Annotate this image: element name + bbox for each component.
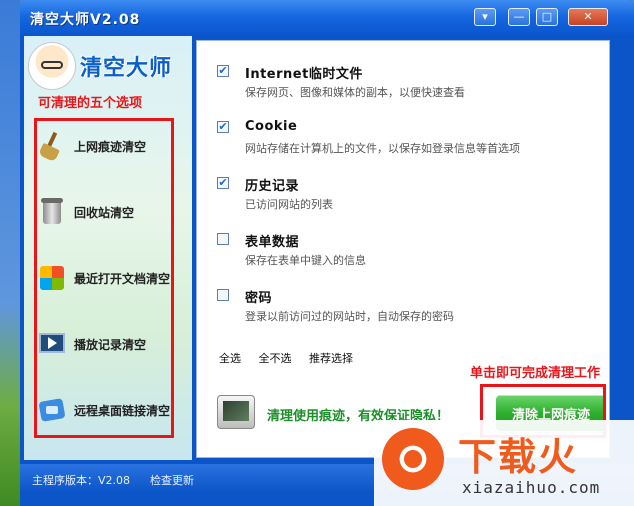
select-recommended-link[interactable]: 推荐选择 (309, 352, 353, 365)
watermark: 下载火 xiazaihuo.com (374, 420, 634, 506)
logo: 清空大师 (24, 36, 192, 92)
sidebar-item-remote-desktop[interactable]: 远程桌面链接清空 (38, 392, 188, 428)
click-caption: 单击即可完成清理工作 (470, 366, 601, 381)
options-caption: 可清理的五个选项 (38, 96, 143, 111)
checkbox-unchecked[interactable] (217, 233, 229, 245)
sidebar-item-play-history[interactable]: 播放记录清空 (38, 326, 188, 362)
mascot-icon (28, 42, 76, 90)
menu-button[interactable]: ▾ (474, 8, 496, 26)
maximize-button[interactable]: □ (536, 8, 558, 26)
broom-icon (38, 132, 66, 160)
option-description: 登录以前访问过的网站时，自动保存的密码 (245, 310, 454, 323)
select-all-link[interactable]: 全选 (219, 352, 241, 365)
flame-logo-icon (382, 428, 444, 490)
title-bar[interactable]: 清空大师V2.08 ▾ — □ ✕ (20, 0, 634, 36)
selection-links: 全选 全不选 推荐选择 (219, 350, 367, 366)
recycle-bin-icon (38, 198, 66, 226)
sidebar-item-label: 回收站清空 (74, 205, 135, 220)
sidebar-item-recycle-bin[interactable]: 回收站清空 (38, 194, 188, 230)
close-button[interactable]: ✕ (568, 8, 608, 26)
select-none-link[interactable]: 全不选 (259, 352, 292, 365)
media-player-icon (38, 330, 66, 358)
option-title: Internet临时文件 (245, 67, 363, 82)
desktop-background (0, 0, 20, 506)
option-title: 密码 (245, 291, 273, 306)
remote-desktop-icon (38, 396, 66, 424)
logo-text: 清空大师 (80, 56, 173, 81)
checkbox-unchecked[interactable] (217, 289, 229, 301)
sidebar-item-browsing-traces[interactable]: 上网痕迹清空 (38, 128, 188, 164)
sidebar-item-label: 上网痕迹清空 (74, 139, 147, 154)
option-description: 保存网页、图像和媒体的副本，以便快速查看 (245, 86, 465, 99)
option-description: 网站存储在计算机上的文件，以保存如登录信息等首选项 (245, 142, 520, 155)
minimize-button[interactable]: — (508, 8, 530, 26)
watermark-url: xiazaihuo.com (462, 478, 601, 497)
sidebar-item-recent-docs[interactable]: 最近打开文档清空 (38, 260, 188, 296)
checkbox-checked[interactable]: ✔ (217, 177, 229, 189)
option-title: 历史记录 (245, 179, 300, 194)
sidebar: 清空大师 可清理的五个选项 上网痕迹清空 回收站清空 最近打开文档清空 播放记录… (24, 36, 192, 460)
sidebar-item-label: 播放记录清空 (74, 337, 147, 352)
recent-docs-icon (38, 264, 66, 292)
sidebar-item-label: 最近打开文档清空 (74, 271, 171, 286)
option-description: 已访问网站的列表 (245, 198, 333, 211)
checkbox-checked[interactable]: ✔ (217, 65, 229, 77)
monitor-icon (217, 395, 255, 429)
version-label: 主程序版本：V2.08 (32, 474, 131, 487)
checkbox-checked[interactable]: ✔ (217, 121, 229, 133)
window-title: 清空大师V2.08 (30, 12, 141, 28)
watermark-brand: 下载火 (458, 435, 579, 479)
option-title: Cookie (245, 119, 298, 134)
option-description: 保存在表单中键入的信息 (245, 254, 366, 267)
option-title: 表单数据 (245, 235, 300, 250)
sidebar-item-label: 远程桌面链接清空 (74, 403, 171, 418)
check-update-link[interactable]: 检查更新 (150, 472, 194, 488)
